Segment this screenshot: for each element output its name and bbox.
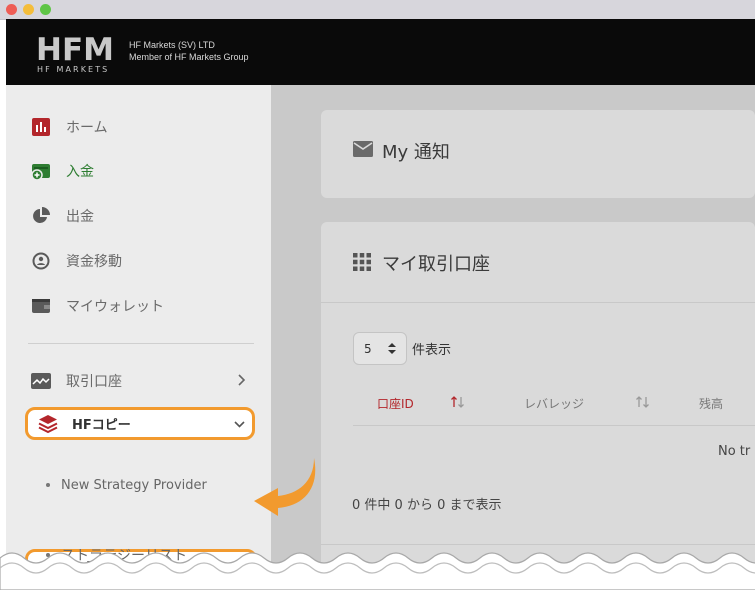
sidebar-item-accounts[interactable]: 取引口座 — [31, 369, 122, 393]
sort-asc-icon[interactable] — [451, 396, 465, 408]
sidebar-item-label: ホーム — [66, 120, 108, 136]
sidebar-item-label: 出金 — [66, 209, 94, 225]
accounts-title: マイ取引口座 — [353, 250, 490, 276]
main-content: My 通知 マイ取引口座 5 件表示 口座ID レバレッジ 残高 No tr 0… — [271, 85, 755, 579]
company-group: Member of HF Markets Group — [129, 52, 249, 62]
wallet-plus-icon — [31, 161, 51, 181]
app-frame: HFM HF MARKETS HF Markets (SV) LTD Membe… — [6, 19, 755, 579]
sidebar-item-home[interactable]: ホーム — [31, 115, 108, 139]
close-window-button[interactable] — [6, 4, 17, 15]
page-size-value: 5 — [364, 341, 372, 356]
page-size-select[interactable]: 5 — [353, 332, 407, 365]
sort-arrows-icon — [388, 343, 396, 354]
window-titlebar — [0, 0, 755, 20]
envelope-icon — [353, 141, 373, 161]
chevron-down-icon[interactable] — [233, 418, 246, 431]
torn-edge-wave — [0, 552, 755, 590]
wallet-icon — [31, 296, 51, 316]
sidebar-item-hf-copy[interactable]: HFコピー — [25, 407, 255, 440]
company-name: HF Markets (SV) LTD — [129, 40, 215, 50]
sidebar-item-label: 資金移動 — [66, 254, 122, 270]
svg-text:HF MARKETS: HF MARKETS — [37, 65, 109, 74]
column-header-account-id[interactable]: 口座ID — [377, 395, 414, 412]
grid-icon — [353, 253, 373, 273]
accounts-title-text: マイ取引口座 — [382, 254, 490, 275]
svg-text:HFM: HFM — [36, 32, 114, 68]
sidebar-item-transfer[interactable]: 資金移動 — [31, 249, 122, 273]
maximize-window-button[interactable] — [40, 4, 51, 15]
hfm-logo[interactable]: HFM HF MARKETS — [36, 28, 124, 76]
column-header-balance[interactable]: 残高 — [699, 395, 723, 412]
column-header-leverage[interactable]: レバレッジ — [524, 395, 584, 412]
page-size-label: 件表示 — [412, 343, 452, 358]
sidebar-item-my-wallet[interactable]: マイウォレット — [31, 294, 164, 318]
accounts-card: マイ取引口座 5 件表示 口座ID レバレッジ 残高 No tr 0 件中 0 … — [321, 222, 755, 579]
browser-window: HFM HF MARKETS HF Markets (SV) LTD Membe… — [0, 0, 755, 590]
notifications-title: My 通知 — [353, 138, 450, 164]
card-divider — [321, 302, 755, 303]
chevron-right-icon[interactable] — [234, 373, 248, 387]
notifications-card: My 通知 — [321, 110, 755, 198]
sidebar-subitem-new-strategy-provider[interactable]: New Strategy Provider — [46, 475, 207, 495]
layers-icon — [38, 414, 58, 434]
sidebar-item-label: 入金 — [66, 164, 94, 180]
sort-both-icon[interactable] — [636, 396, 650, 408]
sidebar-item-label: HFコピー — [72, 418, 131, 433]
sidebar-item-withdrawal[interactable]: 出金 — [31, 204, 94, 228]
pie-chart-icon — [31, 206, 51, 226]
minimize-window-button[interactable] — [23, 4, 34, 15]
card-bottom-divider — [321, 544, 755, 545]
sidebar-item-label: マイウォレット — [66, 299, 164, 315]
trend-line-icon — [31, 371, 51, 391]
chart-bar-icon — [31, 117, 51, 137]
sidebar-subitem-label: New Strategy Provider — [61, 477, 207, 493]
bullet-icon — [46, 483, 50, 487]
sidebar: ホーム 入金 出金 資金移動 マイウォレット 取引口座 HFコピー New St… — [6, 85, 271, 579]
table-empty-message: No tr — [718, 444, 751, 459]
sidebar-item-deposit[interactable]: 入金 — [31, 159, 94, 183]
sidebar-divider — [28, 343, 254, 344]
table-info: 0 件中 0 から 0 まで表示 — [352, 498, 502, 513]
callout-arrow-icon — [254, 458, 316, 516]
sidebar-item-label: 取引口座 — [66, 374, 122, 390]
top-header: HFM HF MARKETS HF Markets (SV) LTD Membe… — [6, 19, 755, 85]
notifications-title-text: My 通知 — [382, 142, 450, 163]
transfer-icon — [31, 251, 51, 271]
table-header-divider — [353, 425, 755, 426]
